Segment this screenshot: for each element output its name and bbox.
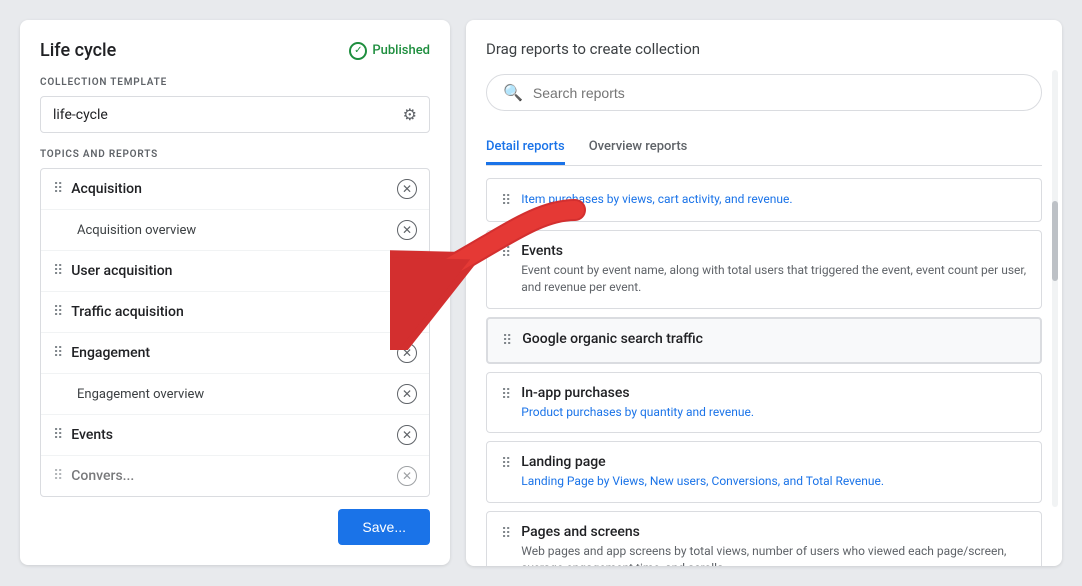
remove-button[interactable]: ✕ <box>397 384 417 404</box>
topics-label: TOPICS AND REPORTS <box>40 149 430 160</box>
remove-button[interactable]: ✕ <box>397 425 417 445</box>
drag-handle-icon: ⠿ <box>53 427 63 443</box>
scrollbar-thumb[interactable] <box>1052 201 1058 281</box>
collection-template-label: COLLECTION TEMPLATE <box>40 77 430 88</box>
list-item: ⠿ In-app purchases Product purchases by … <box>486 372 1042 434</box>
report-content: Events Event count by event name, along … <box>521 243 1027 296</box>
topic-row: ⠿ Convers... <box>53 468 397 484</box>
topic-row: ⠿ Acquisition <box>53 181 397 197</box>
tabs-container: Detail reports Overview reports <box>486 131 1042 166</box>
drag-handle-icon: ⠿ <box>501 245 511 261</box>
remove-button[interactable]: ✕ <box>397 302 417 322</box>
save-btn-container: Save... <box>40 509 430 545</box>
reports-list: ⠿ Item purchases by views, cart activity… <box>486 178 1042 566</box>
tab-detail-reports[interactable]: Detail reports <box>486 131 565 165</box>
search-icon: 🔍 <box>503 83 523 102</box>
report-name: Traffic acquisition <box>71 304 183 320</box>
tab-overview-reports[interactable]: Overview reports <box>589 131 688 165</box>
report-name: Events <box>71 427 113 443</box>
topic-row: ⠿ User acquisition <box>53 263 397 279</box>
list-item: ⠿ Google organic search traffic <box>486 317 1042 364</box>
report-content: In-app purchases Product purchases by qu… <box>521 385 1027 421</box>
list-item: ⠿ Events Event count by event name, alon… <box>486 230 1042 309</box>
report-name: Google organic search traffic <box>522 331 1026 347</box>
list-item: ⠿ Convers... ✕ <box>41 456 429 496</box>
drag-handle-icon: ⠿ <box>53 263 63 279</box>
remove-button[interactable]: ✕ <box>397 220 417 240</box>
report-name: Pages and screens <box>521 524 1027 540</box>
left-header: Life cycle ✓ Published <box>40 40 430 61</box>
drag-handle-icon: ⠿ <box>53 181 63 197</box>
drag-handle-icon: ⠿ <box>501 193 511 209</box>
list-item: ⠿ Item purchases by views, cart activity… <box>486 178 1042 222</box>
topic-name: Acquisition <box>71 181 142 197</box>
list-item: ⠿ Acquisition ✕ <box>41 169 429 210</box>
page-title: Life cycle <box>40 40 116 61</box>
topic-row: ⠿ Events <box>53 427 397 443</box>
list-item: ⠿ Traffic acquisition ✕ <box>41 292 429 333</box>
scrollbar-track <box>1052 70 1058 507</box>
report-name: In-app purchases <box>521 385 1027 401</box>
drag-handle-icon: ⠿ <box>501 387 511 403</box>
right-panel: Drag reports to create collection 🔍 Deta… <box>466 20 1062 566</box>
published-icon: ✓ <box>349 42 367 60</box>
list-item: Acquisition overview ✕ <box>41 210 429 251</box>
report-name: Convers... <box>71 468 134 484</box>
report-content: Item purchases by views, cart activity, … <box>521 191 1027 208</box>
report-name: Events <box>521 243 1027 259</box>
report-desc: Item purchases by views, cart activity, … <box>521 191 1027 208</box>
list-item: Engagement overview ✕ <box>41 374 429 415</box>
save-button[interactable]: Save... <box>338 509 430 545</box>
remove-button[interactable]: ✕ <box>397 261 417 281</box>
published-label: Published <box>372 43 430 58</box>
report-desc: Web pages and app screens by total views… <box>521 543 1027 566</box>
drag-handle-icon: ⠿ <box>53 304 63 320</box>
topic-row: Engagement overview <box>77 387 397 402</box>
drag-handle-icon: ⠿ <box>53 468 63 484</box>
template-value: life-cycle <box>53 107 108 123</box>
list-item: ⠿ Events ✕ <box>41 415 429 456</box>
report-name: Landing page <box>521 454 1027 470</box>
left-panel: Life cycle ✓ Published COLLECTION TEMPLA… <box>20 20 450 565</box>
sub-item-name: Acquisition overview <box>77 223 196 238</box>
search-input[interactable] <box>533 85 1025 101</box>
search-box[interactable]: 🔍 <box>486 74 1042 111</box>
report-desc: Product purchases by quantity and revenu… <box>521 404 1027 421</box>
remove-button[interactable]: ✕ <box>397 343 417 363</box>
report-content: Google organic search traffic <box>522 331 1026 350</box>
settings-icon: ⚙ <box>403 105 417 124</box>
remove-button[interactable]: ✕ <box>397 179 417 199</box>
report-name: User acquisition <box>71 263 172 279</box>
remove-button[interactable]: ✕ <box>397 466 417 486</box>
template-select[interactable]: life-cycle ⚙ <box>40 96 430 133</box>
list-item: ⠿ Landing page Landing Page by Views, Ne… <box>486 441 1042 503</box>
report-content: Pages and screens Web pages and app scre… <box>521 524 1027 566</box>
drag-handle-icon: ⠿ <box>502 333 512 349</box>
report-desc: Event count by event name, along with to… <box>521 262 1027 296</box>
report-content: Landing page Landing Page by Views, New … <box>521 454 1027 490</box>
topic-row: ⠿ Traffic acquisition <box>53 304 397 320</box>
drag-handle-icon: ⠿ <box>501 456 511 472</box>
topic-row: ⠿ Engagement <box>53 345 397 361</box>
right-panel-title: Drag reports to create collection <box>486 40 1042 58</box>
sub-item-name: Engagement overview <box>77 387 204 402</box>
list-item: ⠿ Engagement ✕ <box>41 333 429 374</box>
report-desc: Landing Page by Views, New users, Conver… <box>521 473 1027 490</box>
topics-list: ⠿ Acquisition ✕ Acquisition overview ✕ ⠿… <box>40 168 430 497</box>
list-item: ⠿ User acquisition ✕ <box>41 251 429 292</box>
drag-handle-icon: ⠿ <box>501 526 511 542</box>
drag-handle-icon: ⠿ <box>53 345 63 361</box>
list-item: ⠿ Pages and screens Web pages and app sc… <box>486 511 1042 566</box>
topic-row: Acquisition overview <box>77 223 397 238</box>
published-badge: ✓ Published <box>349 42 430 60</box>
topic-name: Engagement <box>71 345 150 361</box>
